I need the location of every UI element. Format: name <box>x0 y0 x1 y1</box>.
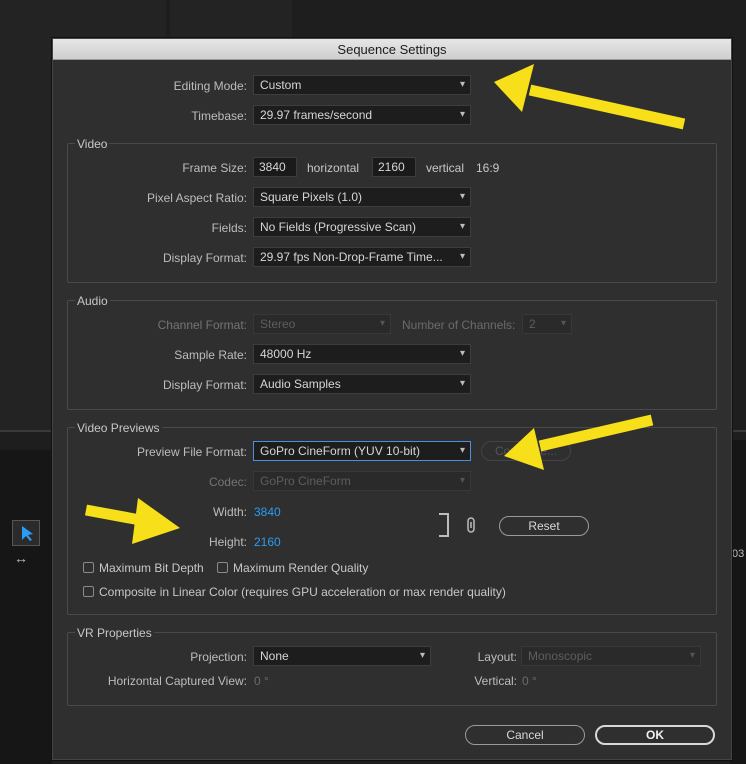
max-bit-depth-checkbox[interactable] <box>83 562 94 573</box>
aspect-ratio-text: 16:9 <box>476 161 500 175</box>
chevron-down-icon: ▾ <box>459 445 465 456</box>
fields-value: No Fields (Progressive Scan) <box>260 220 417 234</box>
track-select-icon[interactable]: ↔ <box>14 550 28 566</box>
audio-group-title: Audio <box>75 294 110 308</box>
chevron-down-icon: ▾ <box>459 191 465 202</box>
video-display-format-dropdown[interactable]: 29.97 fps Non-Drop-Frame Time... ▾ <box>253 247 471 267</box>
sample-rate-dropdown[interactable]: 48000 Hz ▾ <box>253 344 471 364</box>
num-channels-label: Number of Channels: <box>402 318 516 332</box>
audio-display-format-label: Display Format: <box>162 378 247 392</box>
reset-button[interactable]: Reset <box>499 516 589 536</box>
timebase-label: Timebase: <box>191 109 247 123</box>
horizontal-label: horizontal <box>307 161 360 175</box>
vertical-label: vertical <box>426 161 465 175</box>
editing-mode-dropdown[interactable]: Custom ▾ <box>253 75 471 95</box>
channel-format-dropdown: Stereo ▾ <box>253 314 391 334</box>
preview-format-value: GoPro CineForm (YUV 10-bit) <box>260 444 421 458</box>
fields-dropdown[interactable]: No Fields (Progressive Scan) ▾ <box>253 217 471 237</box>
timebase-dropdown[interactable]: 29.97 frames/second ▾ <box>253 105 471 125</box>
bg-timeline-area <box>0 450 52 764</box>
codec-label: Codec: <box>208 475 247 489</box>
video-group-title: Video <box>75 137 110 151</box>
frame-width-input[interactable]: 3840 <box>253 157 297 177</box>
preview-height-value[interactable]: 2160 <box>254 535 281 549</box>
layout-value: Monoscopic <box>528 649 593 663</box>
projection-label: Projection: <box>190 650 247 664</box>
chevron-down-icon: ▾ <box>379 318 385 329</box>
composite-linear-label: Composite in Linear Color (requires GPU … <box>99 585 506 599</box>
preview-width-value[interactable]: 3840 <box>254 505 281 519</box>
link-bracket <box>439 513 449 537</box>
vr-properties-group-title: VR Properties <box>75 626 154 640</box>
chevron-down-icon: ▾ <box>459 378 465 389</box>
frame-height-input[interactable]: 2160 <box>372 157 416 177</box>
video-display-format-value: 29.97 fps Non-Drop-Frame Time... <box>260 250 443 264</box>
chevron-down-icon: ▾ <box>419 650 425 661</box>
layout-label: Layout: <box>477 650 517 664</box>
cancel-button[interactable]: Cancel <box>465 725 585 745</box>
preview-height-label: Height: <box>208 535 247 549</box>
horizontal-view-label: Horizontal Captured View: <box>107 674 247 688</box>
audio-display-format-value: Audio Samples <box>260 377 341 391</box>
max-render-quality-label: Maximum Render Quality <box>233 561 369 575</box>
dialog-title: Sequence Settings <box>337 42 447 57</box>
vr-properties-group <box>67 632 717 706</box>
composite-linear-checkbox[interactable] <box>83 586 94 597</box>
layout-dropdown: Monoscopic ▾ <box>521 646 701 666</box>
fields-label: Fields: <box>211 221 247 235</box>
vertical-view-value[interactable]: 0 ° <box>522 674 537 688</box>
sample-rate-label: Sample Rate: <box>174 348 247 362</box>
frame-size-label: Frame Size: <box>182 161 247 175</box>
chevron-down-icon: ▾ <box>459 348 465 359</box>
pixel-aspect-value: Square Pixels (1.0) <box>260 190 363 204</box>
pixel-aspect-dropdown[interactable]: Square Pixels (1.0) ▾ <box>253 187 471 207</box>
timebase-value: 29.97 frames/second <box>260 108 373 122</box>
preview-width-label: Width: <box>212 505 247 519</box>
sample-rate-value: 48000 Hz <box>260 347 312 361</box>
codec-dropdown: GoPro CineForm ▾ <box>253 471 471 491</box>
horizontal-view-value[interactable]: 0 ° <box>254 674 269 688</box>
codec-value: GoPro CineForm <box>260 474 351 488</box>
chevron-down-icon: ▾ <box>459 79 465 90</box>
channel-format-value: Stereo <box>260 317 296 331</box>
title-bar[interactable]: Sequence Settings <box>53 39 731 60</box>
sequence-settings-dialog: Sequence Settings Editing Mode: Custom ▾… <box>52 38 732 760</box>
bg-timecode-fragment: 03 <box>732 548 745 560</box>
editing-mode-value: Custom <box>260 78 302 92</box>
channel-format-label: Channel Format: <box>157 318 247 332</box>
video-display-format-label: Display Format: <box>162 251 247 265</box>
editing-mode-label: Editing Mode: <box>173 79 247 93</box>
ok-button[interactable]: OK <box>595 725 715 745</box>
num-channels-dropdown: 2 ▾ <box>522 314 572 334</box>
preview-format-dropdown[interactable]: GoPro CineForm (YUV 10-bit) ▾ <box>253 441 471 461</box>
bg-right-area <box>730 440 746 764</box>
vertical-view-label: Vertical: <box>474 674 517 688</box>
chevron-down-icon: ▾ <box>459 109 465 120</box>
projection-dropdown[interactable]: None ▾ <box>253 646 431 666</box>
configure-button[interactable]: Configure... <box>481 441 571 461</box>
selection-tool-icon[interactable] <box>12 520 40 546</box>
projection-value: None <box>260 649 289 663</box>
video-previews-group-title: Video Previews <box>75 421 162 435</box>
chevron-down-icon: ▾ <box>560 318 566 329</box>
chevron-down-icon: ▾ <box>689 650 695 661</box>
chevron-down-icon: ▾ <box>459 475 465 486</box>
audio-display-format-dropdown[interactable]: Audio Samples ▾ <box>253 374 471 394</box>
chevron-down-icon: ▾ <box>459 221 465 232</box>
link-icon[interactable] <box>465 517 477 536</box>
num-channels-value: 2 <box>529 317 536 331</box>
max-bit-depth-label: Maximum Bit Depth <box>99 561 204 575</box>
preview-format-label: Preview File Format: <box>136 445 247 459</box>
pixel-aspect-label: Pixel Aspect Ratio: <box>146 191 247 205</box>
chevron-down-icon: ▾ <box>459 251 465 262</box>
max-render-quality-checkbox[interactable] <box>217 562 228 573</box>
